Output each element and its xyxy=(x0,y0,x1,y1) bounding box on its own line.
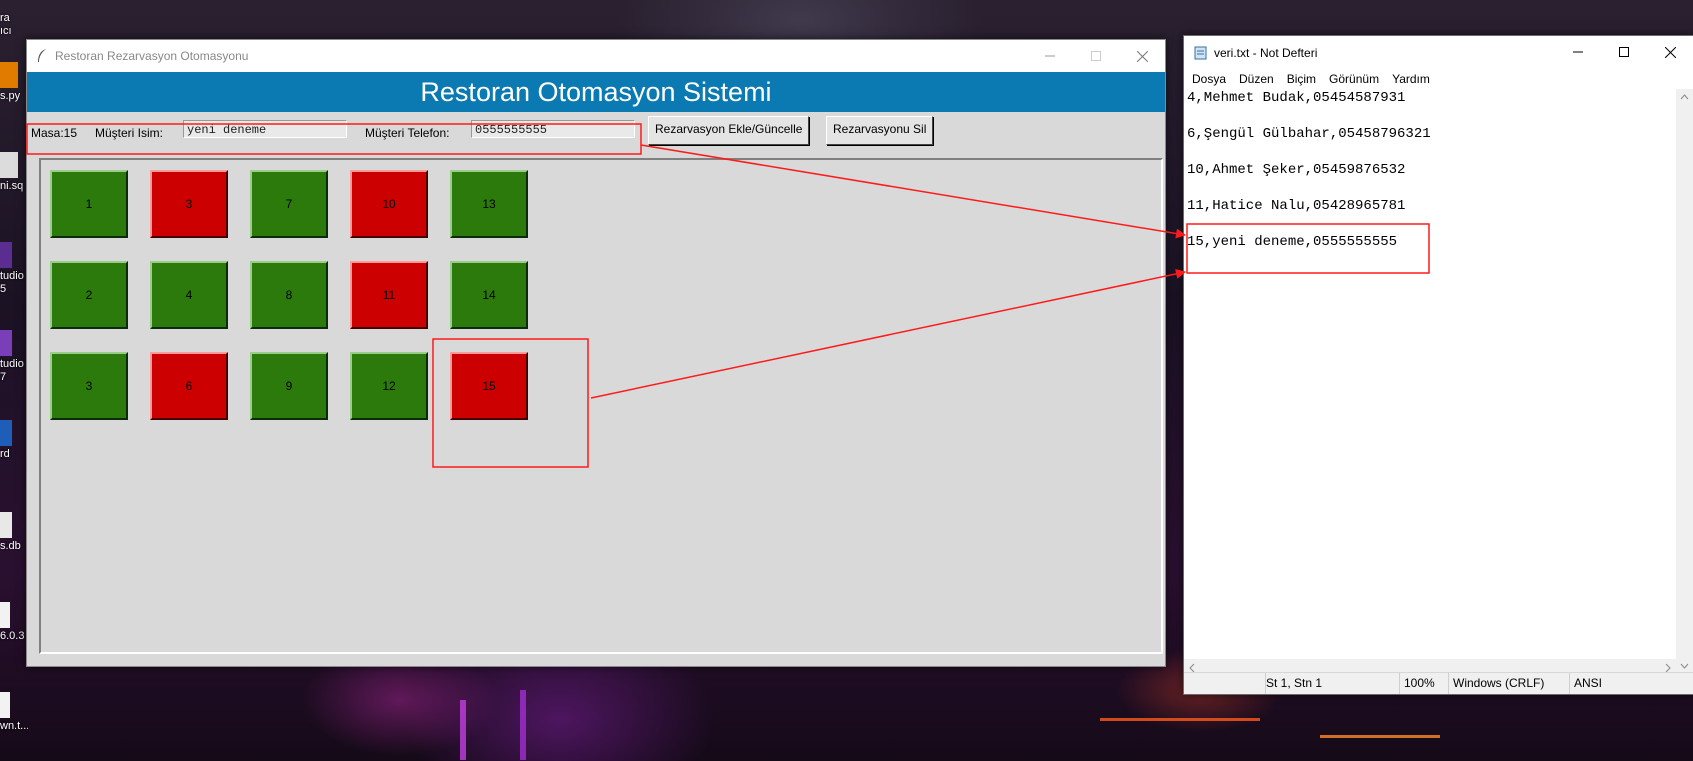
close-icon xyxy=(1664,46,1676,58)
desktop-icon-label: wn.t... xyxy=(0,720,28,732)
visual-studio-icon xyxy=(0,242,12,268)
close-button[interactable] xyxy=(1647,36,1693,68)
tables-canvas: 1 3 7 10 13 2 4 8 11 14 3 6 9 12 15 xyxy=(39,158,1163,654)
db-file-icon xyxy=(0,512,12,538)
maximize-button[interactable] xyxy=(1601,36,1647,68)
status-divider xyxy=(1569,673,1570,694)
zoom-level: 100% xyxy=(1404,676,1435,690)
desktop-icon[interactable]: s.py xyxy=(0,62,28,102)
desktop-icon-label: tudio 5 xyxy=(0,270,24,295)
table-button-free[interactable]: 14 xyxy=(450,261,528,329)
table-button-free[interactable]: 4 xyxy=(150,261,228,329)
app-body: Restoran Otomasyon Sistemi Masa:15 Müşte… xyxy=(27,72,1165,666)
word-icon xyxy=(0,420,12,446)
customer-name-label: Müşteri Isim: xyxy=(95,126,164,140)
add-update-reservation-button[interactable]: Rezarvasyon Ekle/Güncelle xyxy=(648,116,810,145)
minimize-icon xyxy=(1573,51,1583,53)
desktop-icon[interactable]: s.db xyxy=(0,512,28,552)
scroll-arrows-icon xyxy=(1680,94,1689,669)
menu-help[interactable]: Yardım xyxy=(1392,72,1430,86)
encoding: ANSI xyxy=(1574,676,1603,690)
table-button-free[interactable]: 13 xyxy=(450,170,528,238)
reservation-app-window[interactable]: Restoran Rezarvasyon Otomasyonu Restoran… xyxy=(26,39,1166,667)
customer-phone-input[interactable]: 0555555555 xyxy=(471,120,635,138)
desktop-icon-label: tudio 7 xyxy=(0,358,24,383)
desktop-icon-label: s.py xyxy=(0,90,21,102)
minimize-button[interactable] xyxy=(1555,36,1601,68)
desktop-icon[interactable]: wn.t... xyxy=(0,692,28,732)
app-banner: Restoran Otomasyon Sistemi xyxy=(27,72,1165,112)
table-button-free[interactable]: 8 xyxy=(250,261,328,329)
notepad-title: veri.txt - Not Defteri xyxy=(1214,45,1318,60)
notepad-text-area[interactable]: 4,Mehmet Budak,05454587931 6,Şengül Gülb… xyxy=(1184,89,1676,659)
notepad-menu-bar: Dosya Düzen Biçim Görünüm Yardım xyxy=(1184,69,1693,89)
minimize-icon xyxy=(1045,55,1055,57)
close-button[interactable] xyxy=(1119,40,1165,72)
text-line: 10,Ahmet Şeker,05459876532 xyxy=(1187,162,1406,178)
reservation-form: Masa:15 Müşteri Isim: yeni deneme Müşter… xyxy=(27,112,1165,154)
window-title: Restoran Rezarvasyon Otomasyonu xyxy=(55,49,249,63)
minimize-button[interactable] xyxy=(1027,40,1073,72)
notepad-icon xyxy=(1194,46,1207,59)
file-icon xyxy=(0,602,10,628)
python-file-icon xyxy=(0,62,18,88)
maximize-icon xyxy=(1619,47,1629,57)
maximize-icon xyxy=(1091,51,1101,61)
menu-edit[interactable]: Düzen xyxy=(1239,72,1274,86)
close-icon xyxy=(1136,50,1148,62)
maximize-button[interactable] xyxy=(1073,40,1119,72)
menu-format[interactable]: Biçim xyxy=(1287,72,1316,86)
visual-studio-icon xyxy=(0,330,12,356)
table-button-free[interactable]: 1 xyxy=(50,170,128,238)
table-button-free[interactable]: 3 xyxy=(50,352,128,420)
table-button-busy[interactable]: 10 xyxy=(350,170,428,238)
table-button-busy[interactable]: 3 xyxy=(150,170,228,238)
text-line: 6,Şengül Gülbahar,05458796321 xyxy=(1187,126,1431,142)
table-button-free[interactable]: 9 xyxy=(250,352,328,420)
customer-phone-label: Müşteri Telefon: xyxy=(365,126,450,140)
delete-reservation-button[interactable]: Rezarvasyonu Sil xyxy=(826,116,934,145)
wallpaper-neon-stripe xyxy=(520,690,526,760)
table-button-busy[interactable]: 6 xyxy=(150,352,228,420)
sql-file-icon xyxy=(0,152,18,178)
notepad-window[interactable]: veri.txt - Not Defteri Dosya Düzen Biçim… xyxy=(1183,35,1693,695)
table-button-busy[interactable]: 15 xyxy=(450,352,528,420)
text-line: 15,yeni deneme,0555555555 xyxy=(1187,234,1398,250)
table-button-busy[interactable]: 11 xyxy=(350,261,428,329)
desktop-icon-label: ni.sq xyxy=(0,180,24,192)
menu-file[interactable]: Dosya xyxy=(1192,72,1226,86)
desktop-icon[interactable]: tudio 7 xyxy=(0,330,28,384)
desktop-icon[interactable]: tudio 5 xyxy=(0,242,28,296)
desktop-icon[interactable]: 6.0.3 xyxy=(0,602,28,642)
table-button-free[interactable]: 12 xyxy=(350,352,428,420)
table-button-free[interactable]: 7 xyxy=(250,170,328,238)
feather-icon xyxy=(38,49,46,62)
desktop-icon-label: s.db xyxy=(0,540,21,552)
table-button-free[interactable]: 2 xyxy=(50,261,128,329)
desktop-icon[interactable]: rd xyxy=(0,420,28,460)
table-number-label: Masa:15 xyxy=(31,126,78,140)
title-bar[interactable]: Restoran Rezarvasyon Otomasyonu xyxy=(27,40,1165,72)
text-line: 11,Hatice Nalu,05428965781 xyxy=(1187,198,1406,214)
status-divider xyxy=(1448,673,1449,694)
desktop-icon-label: 6.0.3 xyxy=(0,630,25,642)
desktop-icon-label: ra ıcı xyxy=(0,12,12,37)
vertical-scrollbar[interactable] xyxy=(1676,89,1693,677)
desktop-icon[interactable]: ni.sq xyxy=(0,152,28,192)
notepad-status-bar: St 1, Stn 1 100% Windows (CRLF) ANSI xyxy=(1184,672,1693,694)
text-file-icon xyxy=(0,692,10,718)
wallpaper-neon-stripe xyxy=(1320,735,1440,738)
line-endings: Windows (CRLF) xyxy=(1453,676,1545,690)
desktop-icon[interactable]: ra ıcı xyxy=(0,12,28,38)
desktop-icon-label: rd xyxy=(0,448,10,460)
wallpaper-neon-stripe xyxy=(1100,718,1260,721)
wallpaper-neon-stripe xyxy=(460,700,466,760)
notepad-title-bar[interactable]: veri.txt - Not Defteri xyxy=(1184,36,1693,69)
text-line: 4,Mehmet Budak,05454587931 xyxy=(1187,90,1406,106)
status-divider xyxy=(1399,673,1400,694)
menu-view[interactable]: Görünüm xyxy=(1329,72,1379,86)
cursor-position: St 1, Stn 1 xyxy=(1266,676,1323,690)
customer-name-input[interactable]: yeni deneme xyxy=(183,120,347,138)
